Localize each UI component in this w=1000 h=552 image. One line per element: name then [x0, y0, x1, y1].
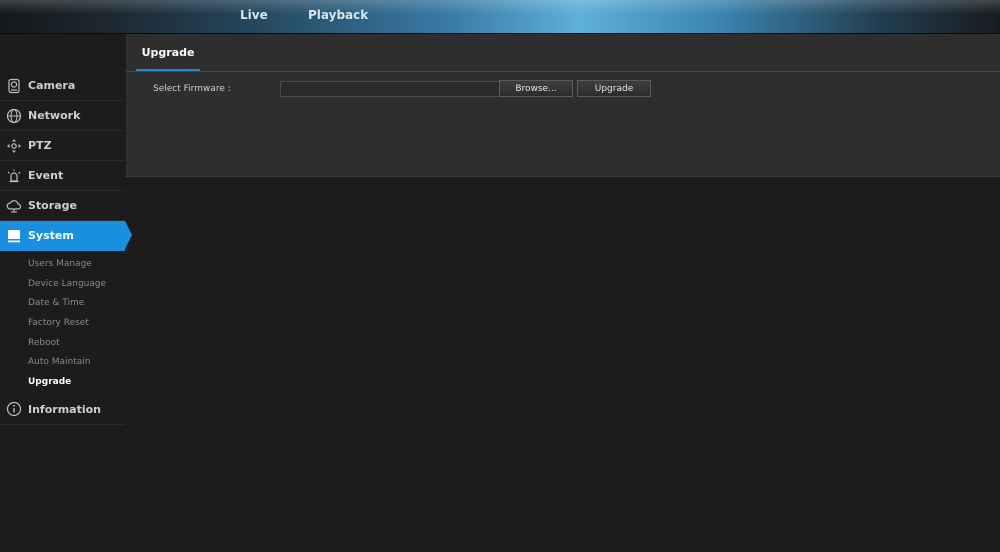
- ptz-icon: [6, 138, 22, 154]
- sidebar-item-network[interactable]: Network: [0, 101, 125, 131]
- firmware-file-field[interactable]: [280, 81, 502, 97]
- submenu-item-date-time[interactable]: Date & Time: [0, 294, 125, 314]
- sidebar-item-storage[interactable]: Storage: [0, 191, 125, 221]
- sidebar-item-label: Storage: [28, 199, 77, 212]
- submenu-item-device-language[interactable]: Device Language: [0, 275, 125, 295]
- sidebar-item-camera[interactable]: Camera: [0, 71, 125, 101]
- submenu-item-auto-maintain[interactable]: Auto Maintain: [0, 353, 125, 373]
- sidebar-item-label: System: [28, 229, 74, 242]
- sidebar-item-information[interactable]: Information: [0, 395, 125, 425]
- tab-upgrade[interactable]: Upgrade: [136, 34, 200, 71]
- sidebar-item-label: Event: [28, 169, 64, 182]
- sidebar-item-label: PTZ: [28, 139, 52, 152]
- sidebar-item-label: Camera: [28, 79, 76, 92]
- tab-bar: Upgrade: [126, 34, 1000, 72]
- upgrade-button[interactable]: Upgrade: [577, 80, 651, 97]
- globe-icon: [6, 108, 22, 124]
- camera-icon: [6, 78, 22, 94]
- cloud-storage-icon: [6, 198, 22, 214]
- submenu-item-reboot[interactable]: Reboot: [0, 334, 125, 354]
- sidebar-item-label: Information: [28, 402, 101, 416]
- sidebar-item-label: Network: [28, 109, 81, 122]
- top-navigation-bar: [0, 0, 1000, 34]
- sidebar-item-event[interactable]: Event: [0, 161, 125, 191]
- sidebar-item-system[interactable]: System: [0, 221, 132, 251]
- submenu-item-upgrade[interactable]: Upgrade: [0, 373, 125, 393]
- select-firmware-label: Select Firmware :: [153, 84, 231, 94]
- sidebar: Camera Network PTZ Event Storage System …: [0, 71, 132, 425]
- monitor-icon: [6, 228, 22, 244]
- sidebar-item-ptz[interactable]: PTZ: [0, 131, 125, 161]
- submenu-item-factory-reset[interactable]: Factory Reset: [0, 314, 125, 334]
- browse-button[interactable]: Browse...: [499, 80, 573, 97]
- info-icon: [6, 401, 22, 417]
- alarm-icon: [6, 168, 22, 184]
- upgrade-panel: Upgrade Select Firmware : Browse... Upgr…: [126, 34, 1000, 177]
- system-submenu: Users Manage Device Language Date & Time…: [0, 251, 125, 395]
- submenu-item-users-manage[interactable]: Users Manage: [0, 255, 125, 275]
- nav-playback[interactable]: Playback: [308, 8, 368, 22]
- nav-live[interactable]: Live: [240, 8, 268, 22]
